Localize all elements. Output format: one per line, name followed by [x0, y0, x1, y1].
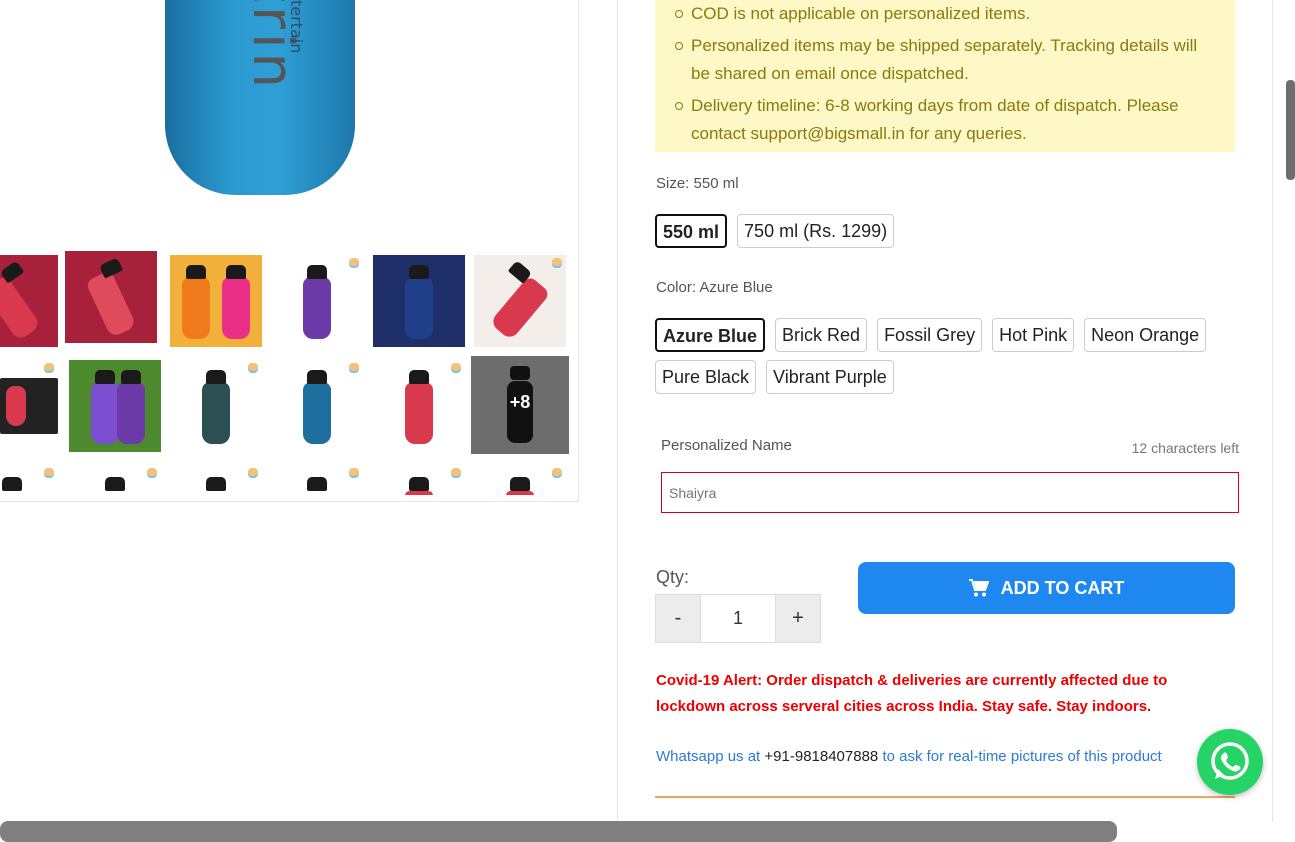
color-option-neon-orange[interactable]: Neon Orange [1084, 318, 1207, 352]
thumbnail[interactable] [65, 251, 157, 343]
size-option-750ml[interactable]: 750 ml (Rs. 1299) [737, 214, 895, 248]
badge-icon [44, 468, 54, 476]
whatsapp-icon [1211, 742, 1249, 780]
vertical-scrollbar[interactable] [1286, 80, 1295, 180]
color-option-brick-red[interactable]: Brick Red [775, 318, 868, 352]
size-options: 550 ml 750 ml (Rs. 1299) [655, 214, 1235, 256]
thumbnail[interactable] [474, 255, 566, 347]
brand-subtext: entertain [287, 0, 306, 54]
color-options: Azure Blue Brick Red Fossil Grey Hot Pin… [655, 318, 1235, 402]
add-to-cart-label: ADD TO CART [1000, 577, 1125, 598]
more-thumbnails-button[interactable]: +8 [471, 356, 569, 454]
personalization-notice: COD is not applicable on personalized it… [655, 0, 1235, 152]
color-label: Color: Azure Blue [656, 279, 773, 296]
quantity-decrease-button[interactable]: - [656, 595, 700, 642]
color-option-vibrant-purple[interactable]: Vibrant Purple [766, 360, 894, 394]
thumbnail[interactable] [170, 255, 262, 347]
thumbnail[interactable] [474, 465, 566, 495]
badge-icon [349, 363, 359, 371]
badge-icon [248, 468, 258, 476]
quantity-increase-button[interactable]: + [776, 595, 820, 642]
badge-icon [147, 468, 157, 476]
thumbnail[interactable] [69, 465, 161, 495]
main-product-image[interactable]: trin entertain [165, 0, 355, 195]
thumbnail[interactable] [170, 360, 262, 452]
personalized-name-input[interactable] [661, 472, 1239, 513]
covid-alert: Covid-19 Alert: Order dispatch & deliver… [656, 672, 1168, 715]
color-option-fossil-grey[interactable]: Fossil Grey [877, 318, 983, 352]
color-option-hot-pink[interactable]: Hot Pink [992, 318, 1075, 352]
badge-icon [349, 468, 359, 476]
size-option-550ml[interactable]: 550 ml [655, 214, 728, 248]
cart-icon [968, 579, 989, 597]
add-to-cart-button[interactable]: ADD TO CART [858, 562, 1235, 614]
product-info-panel: COD is not applicable on personalized it… [617, 0, 1273, 822]
section-divider [655, 796, 1235, 798]
product-gallery: trin entertain +8 [0, 0, 579, 502]
personalized-name-label: Personalized Name [661, 437, 792, 454]
color-option-pure-black[interactable]: Pure Black [655, 360, 757, 394]
notice-item: COD is not applicable on personalized it… [675, 0, 1215, 28]
thumbnail[interactable] [271, 255, 363, 347]
whatsapp-prefix: Whatsapp us at [656, 748, 765, 765]
color-option-azure-blue[interactable]: Azure Blue [655, 318, 766, 352]
thumbnail[interactable] [0, 255, 58, 347]
badge-icon [349, 258, 359, 266]
notice-item: Delivery timeline: 6-8 working days from… [675, 92, 1215, 148]
thumbnail[interactable] [170, 465, 262, 495]
thumbnail[interactable] [0, 465, 58, 495]
more-count: +8 [509, 392, 531, 412]
whatsapp-number[interactable]: +91-9818407888 [764, 748, 878, 765]
whatsapp-suffix: to ask for real-time pictures of this pr… [878, 748, 1162, 765]
whatsapp-chat-button[interactable] [1197, 729, 1263, 795]
size-label: Size: 550 ml [656, 175, 739, 192]
horizontal-scrollbar[interactable] [0, 821, 1117, 842]
characters-left: 12 characters left [1131, 440, 1239, 456]
thumbnail[interactable] [373, 360, 465, 452]
whatsapp-contact-text: Whatsapp us at +91-9818407888 to ask for… [656, 748, 1201, 765]
thumbnail[interactable] [69, 360, 161, 452]
badge-icon [248, 363, 258, 371]
thumbnail[interactable] [271, 465, 363, 495]
thumbnail[interactable] [0, 360, 58, 452]
badge-icon [552, 468, 562, 476]
thumbnail[interactable] [271, 360, 363, 452]
badge-icon [44, 363, 54, 371]
thumbnail[interactable] [373, 465, 465, 495]
quantity-value[interactable]: 1 [700, 595, 776, 642]
badge-icon [552, 258, 562, 266]
thumbnail[interactable] [373, 255, 465, 347]
badge-icon [451, 468, 461, 476]
quantity-stepper: - 1 + [655, 594, 821, 643]
quantity-label: Qty: [656, 567, 690, 587]
badge-icon [451, 363, 461, 371]
notice-item: Personalized items may be shipped separa… [675, 32, 1215, 88]
